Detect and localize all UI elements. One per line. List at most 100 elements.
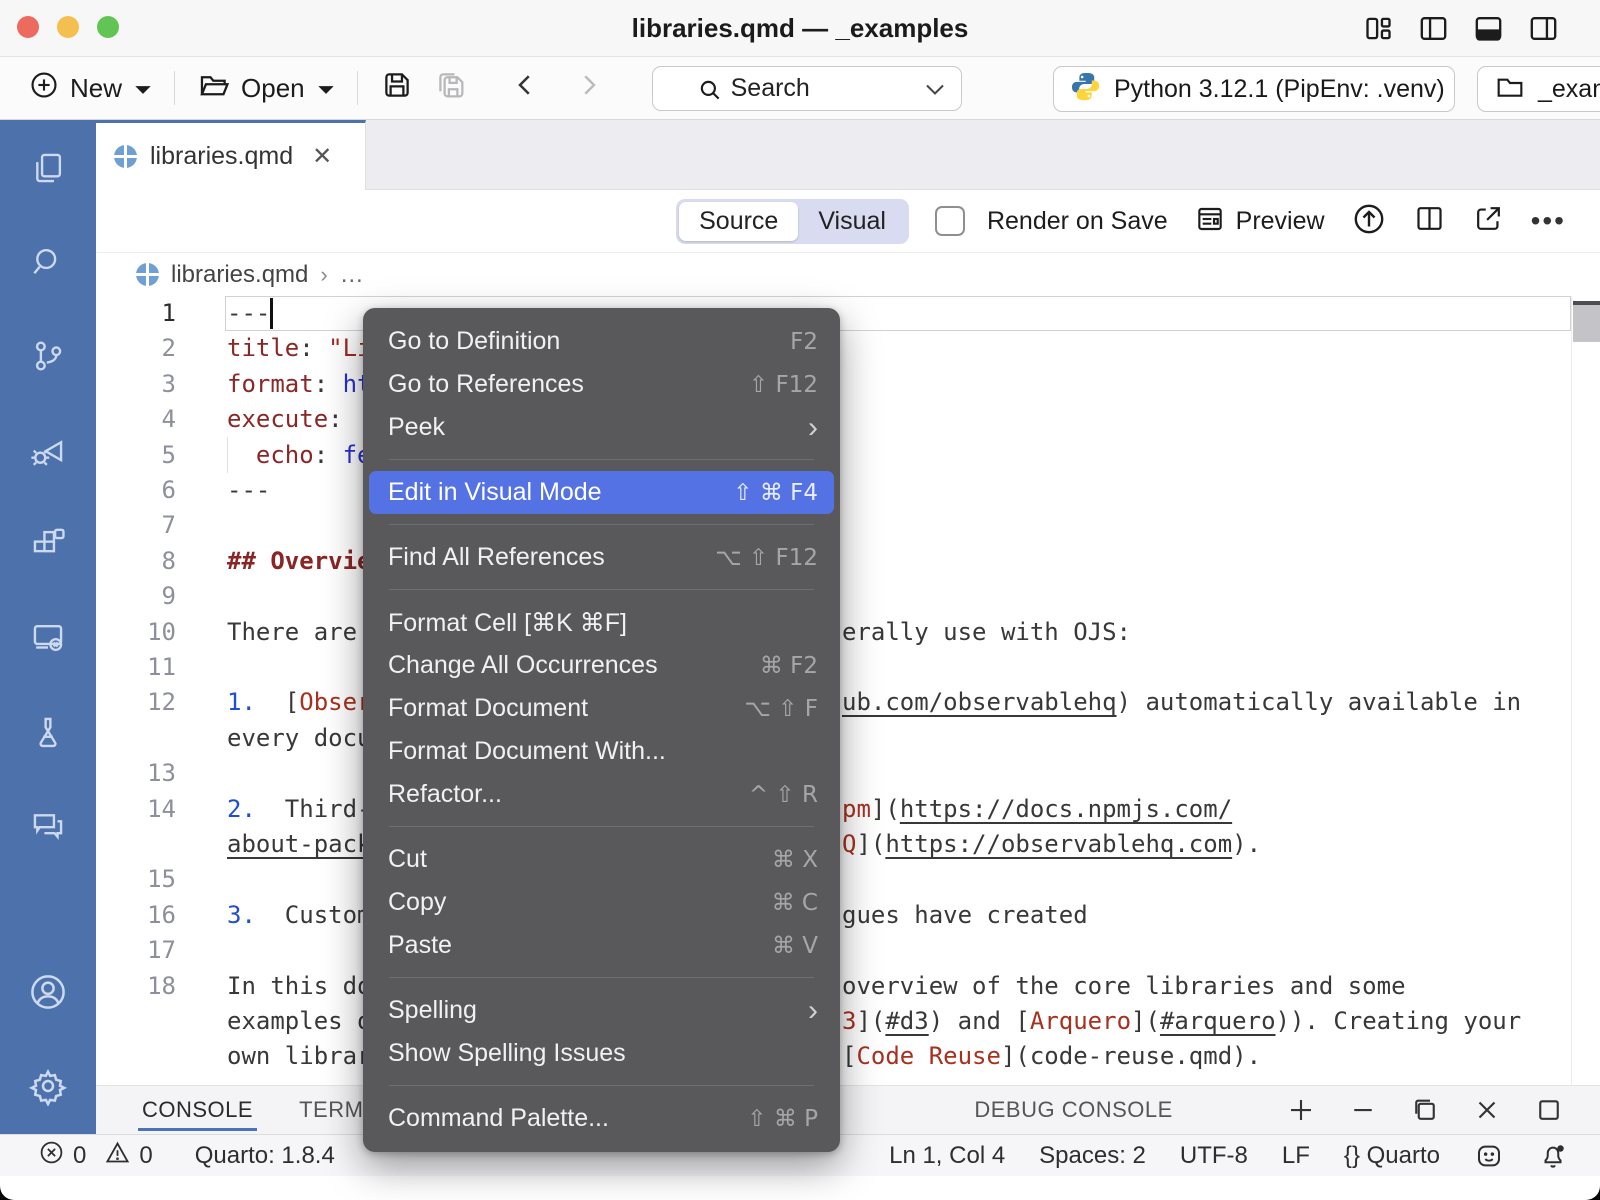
menu-item-format-document[interactable]: Format Document⌥ ⇧ F	[363, 687, 840, 730]
line-number: 8	[96, 544, 176, 579]
menu-item-command-palette[interactable]: Command Palette...⇧ ⌘ P	[363, 1097, 840, 1140]
source-mode-button[interactable]: Source	[679, 202, 798, 241]
breadcrumb-file[interactable]: libraries.qmd	[171, 261, 308, 289]
eol-setting[interactable]: LF	[1282, 1142, 1310, 1170]
menu-item-edit-in-visual-mode[interactable]: Edit in Visual Mode⇧ ⌘ F4	[369, 471, 834, 514]
split-editor-icon[interactable]	[1413, 202, 1446, 240]
menu-item-label: Go to References	[388, 370, 749, 399]
testing-icon[interactable]	[28, 712, 68, 752]
sessions-icon[interactable]	[28, 618, 68, 658]
navigate-forward-button[interactable]	[564, 70, 614, 107]
open-button[interactable]: Open	[187, 68, 345, 109]
menu-item-label: Cut	[388, 845, 772, 874]
editor-row: 9	[96, 579, 1600, 614]
menu-item-shortcut: ⇧ ⌘ P	[747, 1106, 818, 1132]
visual-mode-button[interactable]: Visual	[798, 202, 906, 241]
line-number: 18	[96, 969, 176, 1004]
breadcrumb-more[interactable]: …	[340, 261, 364, 289]
menu-item-cut[interactable]: Cut⌘ X	[363, 838, 840, 881]
editor-scrollbar[interactable]	[1571, 296, 1600, 1085]
menu-item-label: Go to Definition	[388, 327, 790, 356]
comments-icon[interactable]	[28, 806, 68, 846]
menu-item-label: Paste	[388, 931, 772, 960]
line-number: 14	[96, 792, 176, 827]
menu-item-label: Peek	[388, 413, 808, 442]
quarto-version[interactable]: Quarto: 1.8.4	[195, 1139, 335, 1173]
render-document-icon[interactable]	[1351, 201, 1387, 242]
run-debug-icon[interactable]	[28, 430, 68, 470]
search-icon	[697, 77, 723, 108]
customize-layout-icon[interactable]	[1362, 12, 1395, 45]
render-on-save-checkbox[interactable]	[935, 206, 965, 236]
menu-separator	[389, 977, 814, 978]
menu-item-change-all-occurrences[interactable]: Change All Occurrences⌘ F2	[363, 644, 840, 687]
menu-item-show-spelling-issues[interactable]: Show Spelling Issues	[363, 1032, 840, 1075]
interpreter-selector[interactable]: Python 3.12.1 (PipEnv: .venv)	[1053, 66, 1455, 112]
close-tab-icon[interactable]: ✕	[312, 142, 332, 171]
explorer-icon[interactable]	[28, 148, 68, 188]
line-number: 16	[96, 898, 176, 933]
feedback-smiley-icon[interactable]	[1474, 1141, 1504, 1171]
menu-separator	[389, 589, 814, 590]
project-selector[interactable]: _examples	[1477, 66, 1600, 112]
maximize-panel-icon[interactable]	[1534, 1095, 1564, 1125]
preview-button[interactable]: Preview	[1194, 203, 1325, 240]
new-button[interactable]: New	[18, 69, 162, 108]
new-console-icon[interactable]	[1286, 1095, 1316, 1125]
line-number: 10	[96, 615, 176, 650]
context-menu: Go to DefinitionF2Go to References⇧ F12P…	[363, 308, 840, 1152]
menu-item-paste[interactable]: Paste⌘ V	[363, 924, 840, 967]
account-icon[interactable]	[28, 972, 68, 1012]
menu-item-refactor[interactable]: Refactor...^ ⇧ R	[363, 773, 840, 816]
search-input[interactable]: Search	[652, 66, 962, 111]
language-mode[interactable]: {} Quarto	[1344, 1142, 1440, 1170]
menu-item-copy[interactable]: Copy⌘ C	[363, 881, 840, 924]
breadcrumb[interactable]: libraries.qmd › …	[96, 253, 1600, 296]
menu-item-shortcut: ⌥ ⇧ F	[744, 696, 818, 722]
menu-item-shortcut: ⌥ ⇧ F12	[715, 545, 818, 571]
encoding-setting[interactable]: UTF-8	[1180, 1142, 1248, 1170]
scrollbar-thumb[interactable]	[1573, 305, 1600, 342]
minimize-panel-icon[interactable]	[1348, 1095, 1378, 1125]
menu-item-label: Spelling	[388, 996, 808, 1025]
menu-item-shortcut: ⇧ ⌘ F4	[733, 480, 818, 506]
problems-indicator[interactable]: 0 0	[38, 1139, 153, 1173]
notifications-bell-icon[interactable]	[1538, 1141, 1568, 1171]
navigate-back-button[interactable]	[500, 70, 550, 107]
code-editor[interactable]: 1---2title: "Li3format: ht4execute:5 ech…	[96, 296, 1600, 1085]
chevron-down-icon[interactable]	[925, 83, 945, 101]
open-in-new-window-icon[interactable]	[1472, 202, 1505, 240]
line-number: 3	[96, 367, 176, 402]
toggle-panel-icon[interactable]	[1472, 12, 1505, 45]
close-panel-icon[interactable]	[1472, 1095, 1502, 1125]
line-number: 7	[96, 508, 176, 543]
source-control-icon[interactable]	[28, 336, 68, 376]
cursor-position[interactable]: Ln 1, Col 4	[889, 1142, 1005, 1170]
tab-debug-console[interactable]: DEBUG CONSOLE	[974, 1086, 1172, 1134]
indentation-setting[interactable]: Spaces: 2	[1039, 1142, 1146, 1170]
editor-row: 4execute:	[96, 402, 1600, 437]
tab-console[interactable]: CONSOLE	[142, 1086, 253, 1134]
menu-item-find-all-references[interactable]: Find All References⌥ ⇧ F12	[363, 536, 840, 579]
restore-panel-icon[interactable]	[1410, 1095, 1440, 1125]
toggle-primary-sidebar-icon[interactable]	[1417, 12, 1450, 45]
toggle-secondary-sidebar-icon[interactable]	[1527, 12, 1560, 45]
menu-item-format-document-with[interactable]: Format Document With...	[363, 730, 840, 773]
folder-icon	[1494, 71, 1526, 108]
search-icon[interactable]	[28, 242, 68, 282]
editor-row: 5 echo: fe	[96, 438, 1600, 473]
tab-libraries-qmd[interactable]: libraries.qmd ✕	[96, 120, 366, 190]
editor-row: 18In this dooverview of the core librari…	[96, 969, 1600, 1004]
save-all-button[interactable]	[424, 68, 478, 109]
settings-gear-icon[interactable]	[28, 1066, 68, 1106]
save-button[interactable]	[370, 68, 424, 109]
menu-item-spelling[interactable]: Spelling›	[363, 989, 840, 1032]
menu-item-go-to-definition[interactable]: Go to DefinitionF2	[363, 320, 840, 363]
text-cursor	[270, 298, 273, 329]
more-actions-icon[interactable]: •••	[1531, 205, 1566, 237]
menu-item-peek[interactable]: Peek›	[363, 406, 840, 449]
chevron-right-icon	[574, 70, 604, 107]
menu-item-go-to-references[interactable]: Go to References⇧ F12	[363, 363, 840, 406]
menu-item-format-cell-k-f[interactable]: Format Cell [⌘K ⌘F]	[363, 601, 840, 644]
extensions-icon[interactable]	[28, 524, 68, 564]
